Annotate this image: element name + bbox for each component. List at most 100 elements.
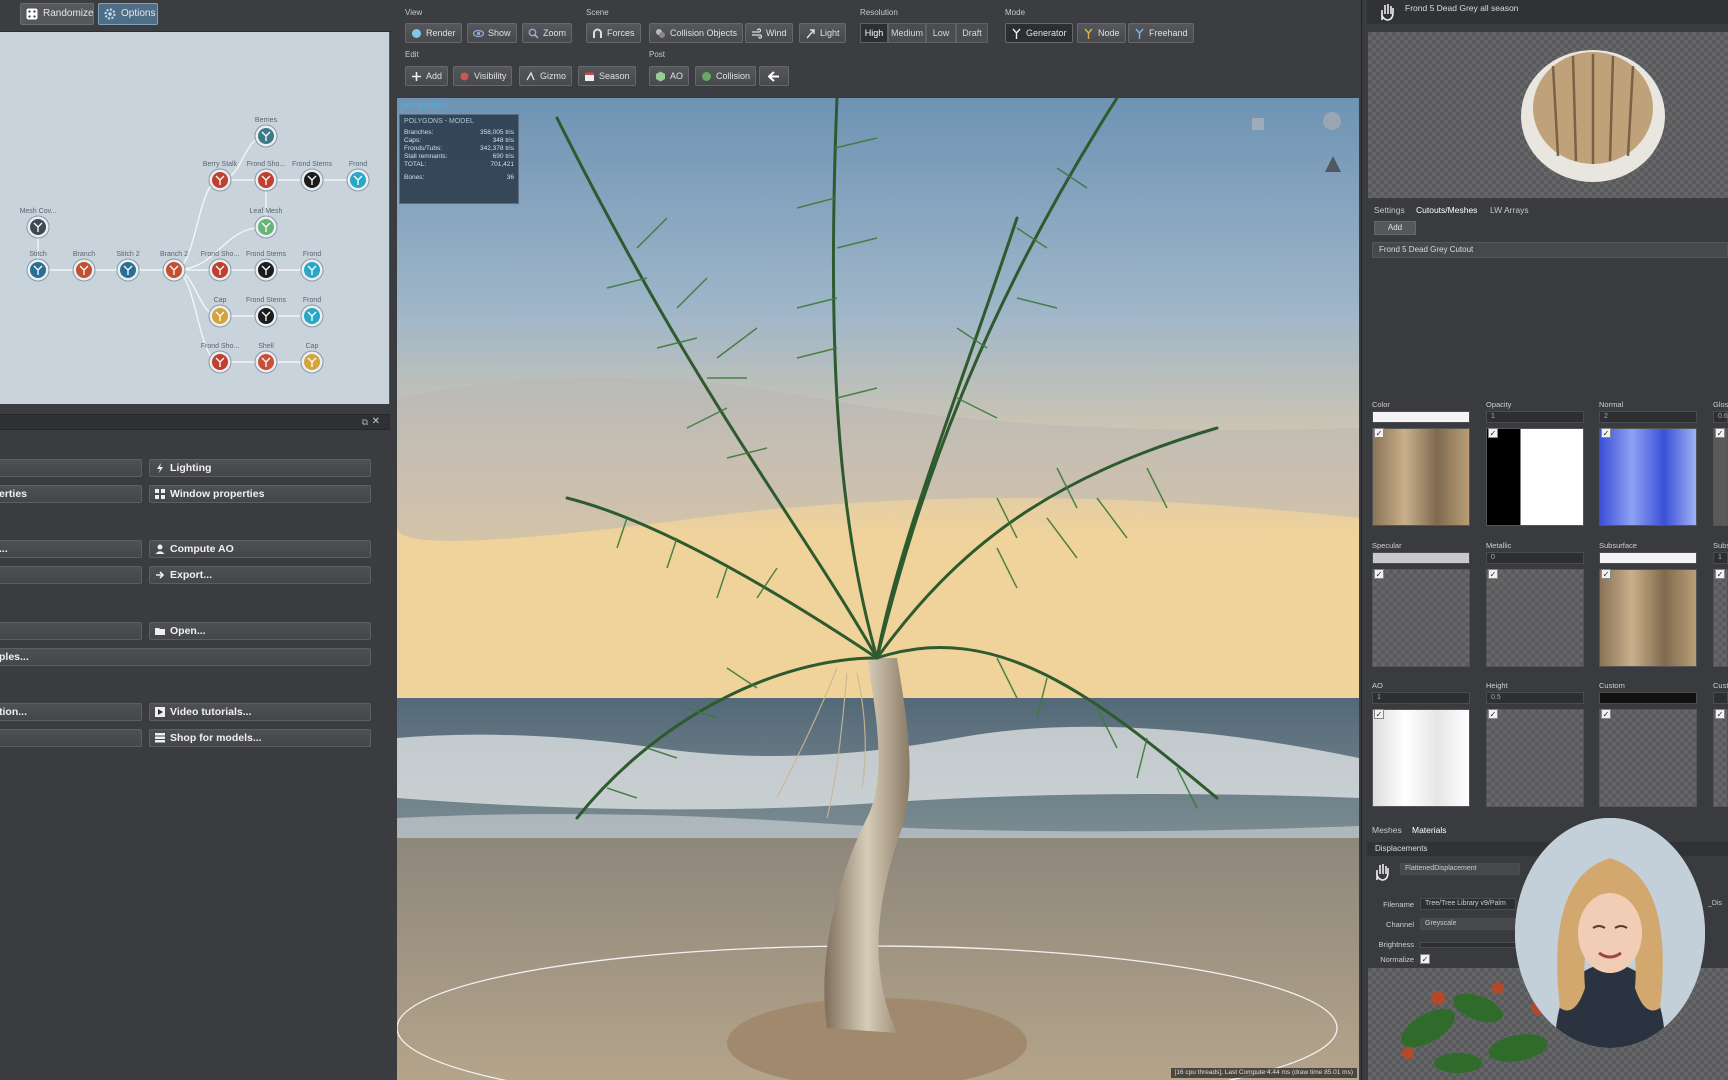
map-value-field[interactable]: 1 xyxy=(1713,552,1728,564)
close-icon[interactable]: ✕ xyxy=(372,416,380,427)
ao-button[interactable]: AO xyxy=(649,66,690,86)
zoom-button[interactable]: Zoom xyxy=(522,23,573,43)
export-button[interactable]: Export... xyxy=(149,566,371,584)
map-value-field[interactable] xyxy=(1372,411,1470,423)
graph-node[interactable]: Frond xyxy=(300,297,324,328)
graph-node[interactable]: Frond xyxy=(300,251,324,282)
map-enable-checkbox[interactable]: ✓ xyxy=(1374,428,1384,438)
left-button-blank-3[interactable] xyxy=(0,622,142,640)
map-thumbnail[interactable] xyxy=(1599,569,1697,667)
graph-node[interactable]: Berry Stalk xyxy=(203,161,238,192)
open-button[interactable]: Open... xyxy=(149,622,371,640)
graph-node[interactable]: Stitch xyxy=(26,251,50,282)
map-enable-checkbox[interactable]: ✓ xyxy=(1374,569,1384,579)
graph-node[interactable]: Frond Stems xyxy=(246,251,287,282)
window-properties-button[interactable]: Window properties xyxy=(149,485,371,503)
video-tutorials-button[interactable]: Video tutorials... xyxy=(149,703,371,721)
collision-button[interactable]: Collision xyxy=(695,66,757,86)
properties-button[interactable]: erties xyxy=(0,485,142,503)
graph-node[interactable]: Frond Stems xyxy=(246,297,287,328)
float-icon[interactable]: ⧉ xyxy=(362,417,368,428)
graph-node[interactable]: Cap xyxy=(300,343,324,374)
left-button-blank-2[interactable] xyxy=(0,566,142,584)
shop-for-models-button[interactable]: Shop for models... xyxy=(149,729,371,747)
graph-node[interactable]: Cap xyxy=(208,297,232,328)
normalize-checkbox[interactable]: ✓ xyxy=(1420,954,1430,964)
resolution-low[interactable]: Low xyxy=(926,23,956,43)
graph-node[interactable]: Frond Stems xyxy=(292,161,333,192)
map-thumbnail[interactable] xyxy=(1372,569,1470,667)
season-button[interactable]: Season xyxy=(578,66,636,86)
graph-node[interactable]: Frond Sho... xyxy=(201,251,240,282)
map-value-field[interactable]: 1 xyxy=(1486,411,1584,423)
lighting-button[interactable]: Lighting xyxy=(149,459,371,477)
tab-meshes[interactable]: Meshes xyxy=(1372,825,1402,835)
light-button[interactable]: Light xyxy=(799,23,846,43)
graph-node[interactable]: Berries xyxy=(254,117,278,148)
collision-objects-button[interactable]: Collision Objects xyxy=(649,23,744,43)
map-thumbnail[interactable] xyxy=(1599,709,1697,807)
map-enable-checkbox[interactable]: ✓ xyxy=(1715,569,1725,579)
map-value-field[interactable] xyxy=(1713,692,1728,704)
map-enable-checkbox[interactable]: ✓ xyxy=(1715,428,1725,438)
map-value-field[interactable]: 1 xyxy=(1372,692,1470,704)
dots-button[interactable]: ... xyxy=(0,540,142,558)
add-cutout-button[interactable]: Add xyxy=(1374,221,1416,235)
samples-button[interactable]: ples... xyxy=(0,648,371,666)
graph-node[interactable]: Frond Sho... xyxy=(247,161,286,192)
visibility-button[interactable]: Visibility xyxy=(453,66,513,86)
displacement-item[interactable]: FlattenedDisplacement xyxy=(1400,863,1520,875)
map-value-field[interactable] xyxy=(1599,692,1697,704)
map-value-field[interactable]: 0.5 xyxy=(1486,692,1584,704)
viewport-mode-label[interactable]: perspective xyxy=(401,100,447,110)
options-button[interactable]: Options xyxy=(98,3,158,25)
tab-materials[interactable]: Materials xyxy=(1412,825,1446,835)
map-value-field[interactable] xyxy=(1599,552,1697,564)
orbit-gizmo-icon[interactable] xyxy=(1323,112,1341,130)
node-graph[interactable]: Mesh Cov... Stitch Branch Stitch 2 Branch 2 B… xyxy=(0,32,390,404)
graph-node[interactable]: Leaf Mesh xyxy=(250,208,283,239)
add-button[interactable]: Add xyxy=(405,66,449,86)
brightness-slider[interactable] xyxy=(1420,942,1516,948)
map-value-field[interactable]: 0 xyxy=(1486,552,1584,564)
3d-viewport[interactable]: perspective POLYGONS - MODEL Branches: 35… xyxy=(397,98,1359,1080)
tab-settings[interactable]: Settings xyxy=(1374,205,1405,215)
map-enable-checkbox[interactable]: ✓ xyxy=(1601,569,1611,579)
map-value-field[interactable]: 2 xyxy=(1599,411,1697,423)
map-thumbnail[interactable] xyxy=(1713,709,1728,807)
back-button[interactable] xyxy=(759,66,789,86)
resolution-medium[interactable]: Medium xyxy=(888,23,926,43)
map-thumbnail[interactable] xyxy=(1372,709,1470,807)
hand-icon[interactable] xyxy=(1372,862,1392,882)
map-thumbnail[interactable] xyxy=(1486,709,1584,807)
map-thumbnail[interactable] xyxy=(1486,569,1584,667)
left-button-blank-4[interactable] xyxy=(0,729,142,747)
map-thumbnail[interactable] xyxy=(1372,428,1470,526)
freehand-mode-button[interactable]: Freehand xyxy=(1128,23,1194,43)
randomize-button[interactable]: Randomize xyxy=(20,3,94,25)
map-enable-checkbox[interactable]: ✓ xyxy=(1488,428,1498,438)
node-mode-button[interactable]: Node xyxy=(1077,23,1126,43)
tion-button[interactable]: tion... xyxy=(0,703,142,721)
generator-mode-button[interactable]: Generator xyxy=(1005,23,1073,43)
material-preview[interactable] xyxy=(1368,32,1728,198)
resolution-draft[interactable]: Draft xyxy=(956,23,988,43)
graph-node[interactable]: Shell xyxy=(254,343,278,374)
map-enable-checkbox[interactable]: ✓ xyxy=(1601,428,1611,438)
render-button[interactable]: Render xyxy=(405,23,462,43)
graph-node[interactable]: Frond Sho... xyxy=(201,343,240,374)
resolution-high[interactable]: High xyxy=(860,23,888,43)
map-thumbnail[interactable] xyxy=(1713,428,1728,526)
map-enable-checkbox[interactable]: ✓ xyxy=(1374,709,1384,719)
hand-icon[interactable] xyxy=(1377,2,1397,22)
left-button-blank-1[interactable] xyxy=(0,459,142,477)
forces-button[interactable]: Forces xyxy=(586,23,641,43)
wind-button[interactable]: Wind xyxy=(745,23,793,43)
graph-node[interactable]: Branch xyxy=(72,251,96,282)
graph-node[interactable]: Mesh Cov... xyxy=(20,208,57,239)
map-thumbnail[interactable] xyxy=(1599,428,1697,526)
filename-field[interactable]: Tree/Tree Library v9/Palm xyxy=(1420,898,1516,910)
map-enable-checkbox[interactable]: ✓ xyxy=(1601,709,1611,719)
map-value-field[interactable]: 0.65 xyxy=(1713,411,1728,423)
map-value-field[interactable] xyxy=(1372,552,1470,564)
